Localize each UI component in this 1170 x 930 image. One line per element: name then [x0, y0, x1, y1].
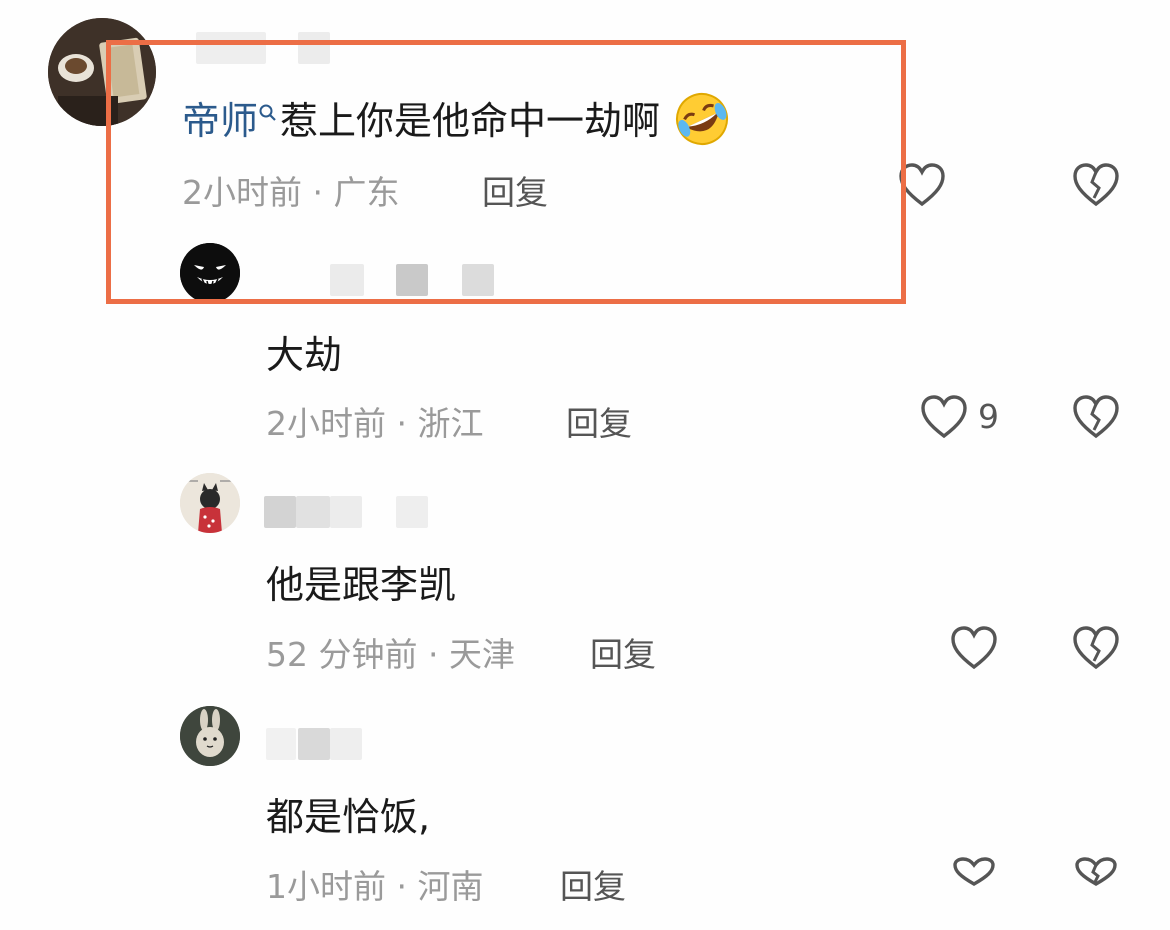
dislike-broken-heart-icon[interactable]: [1072, 394, 1120, 444]
blurred-username: [396, 496, 428, 528]
blurred-username: [266, 728, 296, 760]
dislike-broken-heart-icon[interactable]: [1072, 625, 1120, 675]
comment-text: 大劫: [266, 333, 343, 377]
user-avatar[interactable]: [180, 706, 240, 766]
like-heart-icon[interactable]: [950, 856, 998, 892]
comment-meta: 2小时前 · 浙江: [266, 404, 484, 443]
blurred-username: [296, 496, 330, 528]
reply-button[interactable]: 回复: [560, 860, 626, 908]
comment-text: 都是恰饭,: [266, 795, 431, 839]
comment-text: 他是跟李凯: [266, 563, 457, 607]
user-avatar[interactable]: [180, 473, 240, 533]
comment-thread: 帝师 惹上你是他命中一劫啊 2小时前 · 广东 回复 大劫 2小时前 · 浙江 …: [0, 0, 1170, 930]
blurred-username: [330, 496, 362, 528]
comment-meta: 52 分钟前 · 天津: [266, 635, 515, 674]
like-heart-icon[interactable]: [950, 625, 998, 675]
dislike-broken-heart-icon[interactable]: [1072, 856, 1120, 892]
blurred-username: [330, 728, 362, 760]
reply-button[interactable]: 回复: [590, 628, 656, 676]
blurred-username: [264, 496, 296, 528]
highlight-box: [106, 40, 906, 304]
blurred-username: [298, 728, 330, 760]
like-count: 9: [978, 397, 999, 436]
like-heart-icon[interactable]: [920, 394, 968, 444]
reply-button[interactable]: 回复: [566, 397, 632, 445]
comment-meta: 1小时前 · 河南: [266, 867, 484, 906]
dislike-broken-heart-icon[interactable]: [1072, 162, 1120, 212]
